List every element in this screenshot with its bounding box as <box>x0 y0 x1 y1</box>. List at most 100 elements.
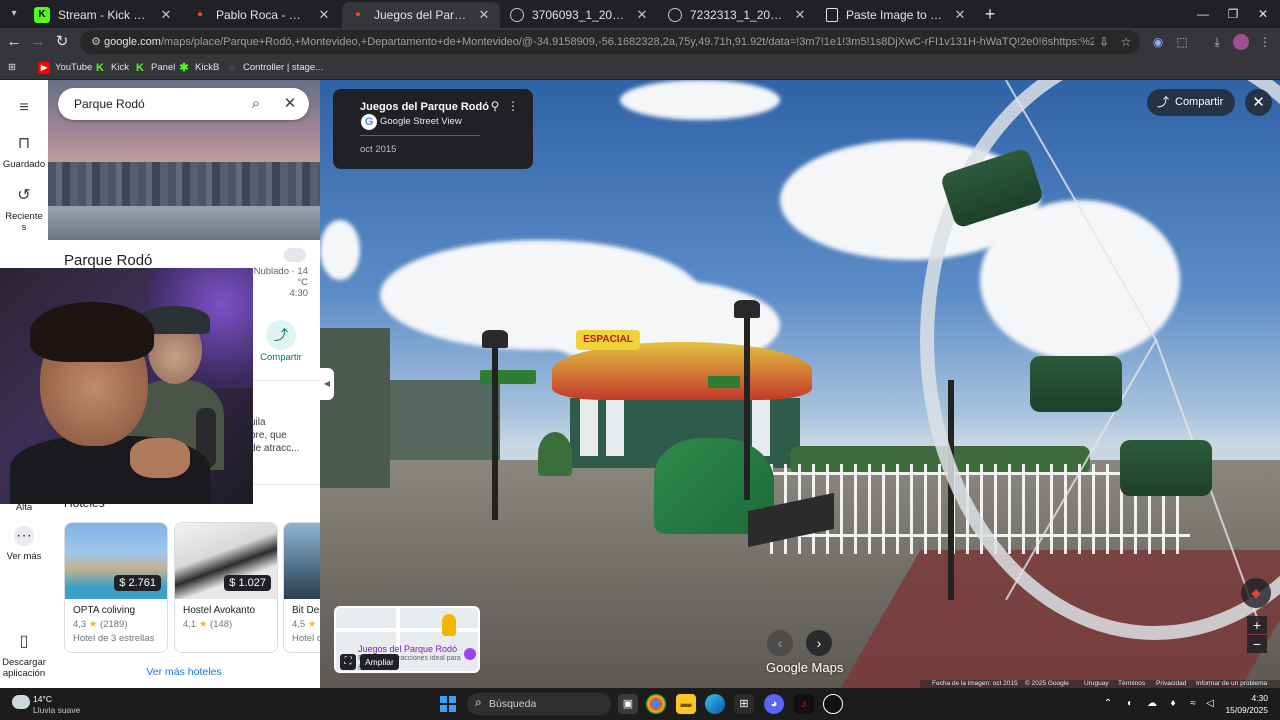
hotel-rating: 4,5 ★ <box>292 619 316 630</box>
site-info-icon[interactable]: ⚙ <box>88 34 104 50</box>
extensions-icon[interactable]: ⬚ <box>1174 34 1190 50</box>
tab-title: Pablo Roca - Google Maps <box>216 8 310 22</box>
hotel-card[interactable]: $ 2.761 OPTA coliving 4,3 ★ (2189) Hotel… <box>64 522 168 653</box>
profile-avatar[interactable] <box>1233 34 1249 50</box>
hotel-card[interactable]: Bit Des 4,5 ★ Hotel c <box>283 522 320 653</box>
saved-button[interactable]: ⊓ Guardado <box>0 134 48 170</box>
bookmarks-bar: ⊞ ▶ YouTube K Kick K Panel ✱ KickB ◌ Controll… <box>0 56 1280 80</box>
hotel-rating: 4,1 ★ (148) <box>183 619 232 630</box>
install-app-icon[interactable]: ⇩ <box>1096 34 1112 50</box>
window-close-icon[interactable]: ✕ <box>1240 0 1280 28</box>
tray-expand-icon[interactable]: ⌃ <box>1101 697 1115 711</box>
tab-search-icon[interactable]: ▾ <box>4 4 24 24</box>
chrome-icon[interactable] <box>646 694 666 714</box>
next-arrow-icon[interactable]: › <box>806 630 832 656</box>
collapse-panel-chevron-icon[interactable]: ◀ <box>320 368 334 400</box>
share-icon[interactable]: ⤴ <box>266 320 296 350</box>
taskbar-weather-condition[interactable]: Lluvia suave <box>33 705 80 715</box>
more-button[interactable]: ··· Ver más <box>0 526 48 562</box>
tab-close-icon[interactable]: ✕ <box>952 7 968 23</box>
taskbar-temperature[interactable]: 14°C <box>33 694 52 704</box>
google-lens-icon[interactable]: ◉ <box>1150 34 1166 50</box>
zoom-in-icon[interactable]: + <box>1247 616 1267 634</box>
tab-close-icon[interactable]: ✕ <box>316 7 332 23</box>
new-tab-plus-icon[interactable]: + <box>980 4 1000 24</box>
volume-icon[interactable]: ◁ <box>1203 697 1217 711</box>
store-icon[interactable]: ⊞ <box>734 694 754 714</box>
weather-line: 4:30 <box>289 288 309 299</box>
maps-pin-icon: ● <box>196 9 204 20</box>
clear-search-icon[interactable]: ✕ <box>280 94 300 114</box>
country-link[interactable]: Uruguay <box>1084 680 1109 688</box>
bookmark-youtube[interactable]: ▶ YouTube <box>38 60 92 76</box>
hotel-card[interactable]: $ 1.027 Hostel Avokanto 4,1 ★ (148) <box>174 522 278 653</box>
tab-image-2[interactable]: 7232313_1_20200612191812.jp ✕ <box>660 2 816 28</box>
bookmark-panel[interactable]: K Panel <box>134 60 175 76</box>
bookmark-kick[interactable]: K Kick <box>94 60 129 76</box>
tab-juegos-parque-rodo[interactable]: ● Juegos del Parque Rodó - Goo ✕ <box>342 2 500 28</box>
carousel-roof <box>552 342 812 400</box>
tab-close-icon[interactable]: ✕ <box>634 7 650 23</box>
bookmark-controller[interactable]: ◌ Controller | stage... <box>226 60 323 76</box>
tray-mic-icon[interactable]: ♦ <box>1166 697 1180 711</box>
privacy-link[interactable]: Privacidad <box>1156 680 1186 688</box>
close-icon[interactable]: ✕ <box>1245 89 1272 116</box>
tray-app-icon[interactable]: ☁ <box>1145 697 1159 711</box>
tray-app-icon[interactable]: ◐ <box>1123 697 1137 711</box>
tab-paste-image[interactable]: Paste Image to Download ✕ <box>818 2 976 28</box>
tiktok-icon[interactable]: ♪ <box>794 694 814 714</box>
search-input[interactable]: Parque Rodó <box>74 88 145 120</box>
download-app-button[interactable]: ▯ Descargar aplicación <box>0 632 48 679</box>
google-g-icon: G <box>361 114 377 130</box>
url-text[interactable]: google.com/maps/place/Parque+Rodó,+Monte… <box>104 30 1094 54</box>
previous-arrow-icon[interactable]: ‹ <box>767 630 793 656</box>
divider <box>360 135 480 136</box>
rail-label: Descargar aplicación <box>2 657 46 679</box>
terms-link[interactable]: Términos <box>1118 680 1145 688</box>
downloads-icon[interactable]: ⤓ <box>1209 34 1225 50</box>
compass-icon[interactable]: ◆ <box>1241 578 1271 608</box>
weather-cloud-icon[interactable] <box>12 695 30 709</box>
forward-arrow-icon[interactable]: → <box>28 32 48 52</box>
taskbar-search[interactable]: ⌕ Búsqueda <box>467 693 611 715</box>
bookmark-star-icon[interactable]: ☆ <box>1118 34 1134 50</box>
search-icon[interactable]: ⌕ <box>246 94 266 114</box>
maps-search-box[interactable]: Parque Rodó ⌕ ✕ <box>58 88 309 120</box>
apps-grid-icon[interactable]: ⊞ <box>8 60 16 76</box>
more-hotels-link[interactable]: Ver más hoteles <box>48 666 320 678</box>
reload-icon[interactable]: ↻ <box>52 32 72 52</box>
wifi-icon[interactable]: ≈ <box>1186 697 1200 711</box>
tab-close-icon[interactable]: ✕ <box>158 7 174 23</box>
menu-button[interactable]: ≡ <box>0 98 48 123</box>
more-options-icon[interactable]: ⋮ <box>507 99 519 115</box>
zoom-out-icon[interactable]: − <box>1247 635 1267 653</box>
recents-button[interactable]: ↺ Reciente s <box>0 186 48 233</box>
back-arrow-icon[interactable]: ← <box>4 32 24 52</box>
tab-close-icon[interactable]: ✕ <box>476 7 492 23</box>
task-view-icon[interactable]: ▣ <box>618 694 638 714</box>
bookmark-kickb[interactable]: ✱ KickB <box>178 60 219 76</box>
tab-close-icon[interactable]: ✕ <box>792 7 808 23</box>
street-view-minimap[interactable]: Juegos del Parque RodóParque de atraccio… <box>334 606 480 673</box>
street-view-canvas[interactable]: ESPACIAL <box>320 80 1280 688</box>
location-pin-icon[interactable]: ⚲ <box>488 99 502 115</box>
street-view-date[interactable]: oct 2015 <box>360 144 396 155</box>
expand-icon[interactable]: ⛶ <box>340 654 356 670</box>
system-clock[interactable]: 4:30 15/09/2025 <box>1216 692 1268 716</box>
chrome-menu-icon[interactable]: ⋮ <box>1257 34 1273 50</box>
discord-icon[interactable]: ◕ <box>764 694 784 714</box>
tab-image-1[interactable]: 3706093_1_20171120021711.jp ✕ <box>502 2 658 28</box>
kiosk-building <box>320 328 390 488</box>
address-bar[interactable]: ⚙ google.com/maps/place/Parque+Rodó,+Mon… <box>80 30 1140 54</box>
edge-icon[interactable] <box>705 694 725 714</box>
tab-pablo-roca-maps[interactable]: ● Pablo Roca - Google Maps ✕ <box>184 2 340 28</box>
report-problem-link[interactable]: Informar de un problema <box>1196 680 1267 688</box>
github-icon[interactable] <box>823 694 843 714</box>
tab-kick-dashboard[interactable]: K Stream - Kick Dashboard ✕ <box>26 2 182 28</box>
street-view-share-button[interactable]: ⤴ Compartir <box>1147 89 1235 116</box>
file-explorer-icon[interactable]: ▬ <box>676 694 696 714</box>
share-button-label[interactable]: Compartir <box>256 352 306 363</box>
hotel-name: OPTA coliving <box>73 605 136 616</box>
windows-start-icon[interactable] <box>440 696 456 712</box>
clock-date: 15/09/2025 <box>1225 705 1268 715</box>
